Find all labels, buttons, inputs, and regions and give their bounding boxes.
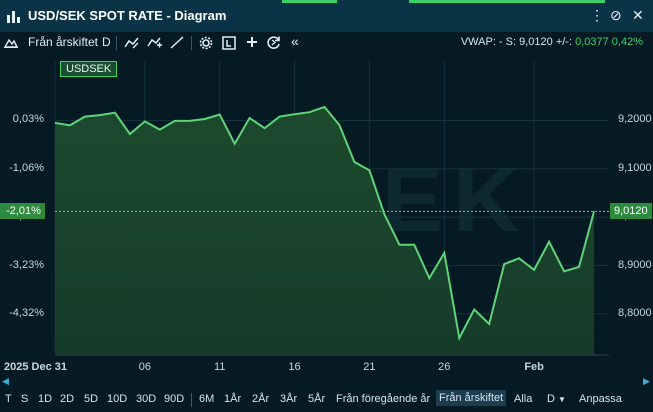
range-button-1d[interactable]: 1D: [38, 393, 52, 405]
change-absolute: 0,0377: [575, 36, 609, 48]
current-price-tag: 9,0120: [610, 203, 652, 220]
range-button-t[interactable]: T: [5, 393, 12, 405]
interval-dropdown-label: D: [547, 393, 555, 405]
vwap-readout: VWAP: - S: 9,0120 +/-: 0,0377 0,42%: [461, 36, 643, 48]
chart-toolbar: Från årskiftet D « VWAP: - S: 9,0120 +/-…: [0, 32, 653, 54]
change-label: +/-:: [555, 36, 573, 48]
title-accent-bar: [282, 0, 337, 3]
range-button-6m[interactable]: 6M: [199, 393, 214, 405]
scroll-left-icon[interactable]: ◀: [2, 376, 9, 387]
range-button-s[interactable]: S: [21, 393, 28, 405]
draw-line-icon[interactable]: [170, 36, 184, 49]
x-axis: 2025 Dec 31 06 11 16 21 26 Feb: [0, 358, 653, 376]
template-icon[interactable]: [222, 36, 236, 50]
range-button-2y[interactable]: 2År: [252, 393, 269, 405]
toolbar-divider: [191, 36, 192, 50]
scroll-right-icon[interactable]: ▶: [643, 376, 650, 387]
x-tick: 26: [438, 361, 451, 373]
price-chart[interactable]: [0, 54, 653, 374]
x-tick: 11: [213, 361, 226, 373]
indicators-icon[interactable]: [124, 36, 140, 49]
title-bar: USD/SEK SPOT RATE - Diagram ⋮ ⊘ ✕: [0, 0, 653, 32]
title-accent-bar: [409, 0, 605, 3]
y-tick-left: 0,03%: [12, 113, 44, 126]
range-button-1y[interactable]: 1År: [224, 393, 241, 405]
mountain-chart-icon[interactable]: [4, 36, 18, 48]
range-button-10d[interactable]: 10D: [107, 393, 127, 405]
toolbar-divider: [116, 36, 117, 50]
y-tick-right: 9,2000: [618, 113, 652, 126]
y-tick-right: 9,1000: [618, 161, 652, 174]
interval-dropdown[interactable]: D ▼: [547, 393, 566, 405]
unlink-icon[interactable]: ⊘: [610, 7, 622, 24]
close-icon[interactable]: ✕: [632, 7, 644, 24]
y-tick-left: -3,23%: [9, 258, 44, 271]
x-tick: 21: [363, 361, 376, 373]
range-button-all[interactable]: Alla: [514, 393, 532, 405]
range-button-2d[interactable]: 2D: [60, 393, 74, 405]
range-button-previous-year[interactable]: Från föregående år: [336, 393, 430, 405]
range-button-5y[interactable]: 5År: [308, 393, 325, 405]
series-legend[interactable]: USDSEK: [60, 61, 118, 77]
spot-value: S: 9,0120: [505, 36, 553, 48]
range-button-30d[interactable]: 30D: [136, 393, 156, 405]
x-tick: 2025 Dec 31: [4, 361, 67, 373]
y-tick-right: 8,8000: [618, 306, 652, 319]
add-icon[interactable]: [246, 36, 258, 48]
window-title: USD/SEK SPOT RATE - Diagram: [28, 8, 227, 23]
vwap-label: VWAP: -: [460, 36, 503, 48]
x-tick: 16: [288, 361, 301, 373]
range-divider: [191, 393, 192, 407]
compare-icon[interactable]: [147, 36, 163, 49]
range-button-90d[interactable]: 90D: [164, 393, 184, 405]
series-area: [55, 106, 594, 356]
range-bar: T S 1D 2D 5D 10D 30D 90D 6M 1År 2År 3År …: [0, 388, 653, 412]
window-menu-icon[interactable]: ⋮: [590, 7, 604, 24]
chart-bars-icon: [7, 11, 20, 23]
collapse-toolbar-icon[interactable]: «: [291, 33, 299, 49]
custom-range-button[interactable]: Anpassa: [579, 393, 622, 405]
y-tick-left: -1,06%: [9, 161, 44, 174]
settings-gear-icon[interactable]: [199, 36, 213, 50]
period-selector[interactable]: Från årskiftet: [28, 35, 98, 49]
range-button-3y[interactable]: 3År: [280, 393, 297, 405]
y-tick-left: -4,32%: [9, 306, 44, 319]
interval-selector[interactable]: D: [102, 35, 111, 49]
y-tick-right: 8,9000: [618, 258, 652, 271]
change-percent: 0,42%: [611, 36, 643, 48]
current-percent-tag: -2,01%: [0, 203, 45, 220]
chevron-down-icon: ▼: [558, 395, 566, 404]
range-button-ytd[interactable]: Från årskiftet: [436, 390, 507, 406]
refresh-icon[interactable]: [266, 35, 281, 50]
x-tick: 06: [138, 361, 151, 373]
range-button-5d[interactable]: 5D: [84, 393, 98, 405]
x-tick: Feb: [524, 361, 544, 373]
